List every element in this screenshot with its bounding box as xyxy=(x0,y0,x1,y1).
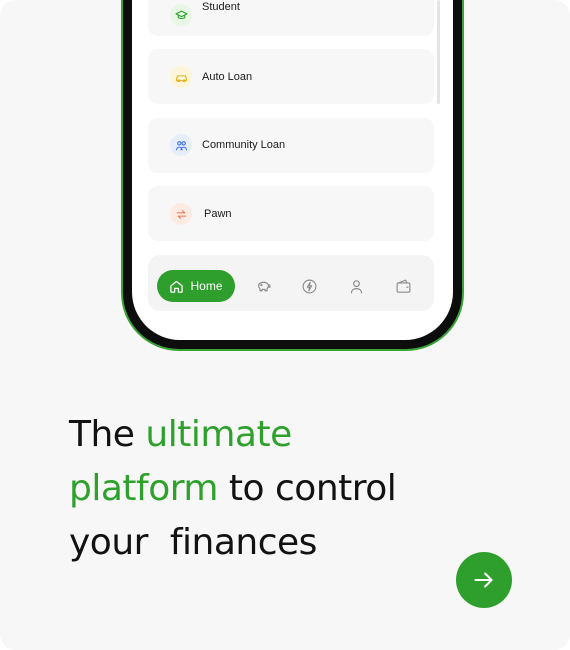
loan-label: Auto Loan xyxy=(202,71,253,83)
car-icon xyxy=(170,66,192,88)
user-icon[interactable] xyxy=(347,277,365,295)
headline-word: your finances xyxy=(69,522,317,563)
arrow-right-icon xyxy=(474,572,493,588)
headline-word: to control xyxy=(228,468,397,509)
loan-label: Pawn xyxy=(204,208,232,220)
loan-item-student[interactable]: Student xyxy=(148,0,434,36)
nav-home-button[interactable]: Home xyxy=(157,270,235,302)
loan-label: Community Loan xyxy=(202,139,286,151)
lightning-icon[interactable] xyxy=(300,277,318,295)
headline: The ultimate platform to control your fi… xyxy=(69,408,397,570)
headline-line-2: platform to control xyxy=(69,462,397,516)
headline-line-1: The ultimate xyxy=(69,408,396,462)
wallet-icon[interactable] xyxy=(394,277,412,295)
graduation-cap-icon xyxy=(170,4,192,26)
piggy-bank-icon[interactable] xyxy=(254,277,272,295)
headline-accent: platform xyxy=(69,468,218,509)
loan-item-community[interactable]: Community Loan xyxy=(148,118,434,173)
loan-label: Student xyxy=(202,1,240,13)
community-icon xyxy=(170,134,192,156)
bottom-nav: Home xyxy=(148,255,434,311)
home-icon xyxy=(170,280,184,293)
headline-word: The xyxy=(69,414,135,455)
nav-home-label: Home xyxy=(190,279,223,293)
scrollbar[interactable] xyxy=(437,0,440,104)
headline-line-3: your finances xyxy=(69,516,396,570)
loan-item-auto[interactable]: Auto Loan xyxy=(148,49,434,104)
loan-item-pawn[interactable]: Pawn xyxy=(148,186,434,241)
headline-accent: ultimate xyxy=(145,414,292,455)
exchange-icon xyxy=(170,203,192,225)
onboarding-card: Student Auto Loan Community Loan Pawn Ho… xyxy=(0,0,570,650)
next-button[interactable] xyxy=(456,552,512,608)
